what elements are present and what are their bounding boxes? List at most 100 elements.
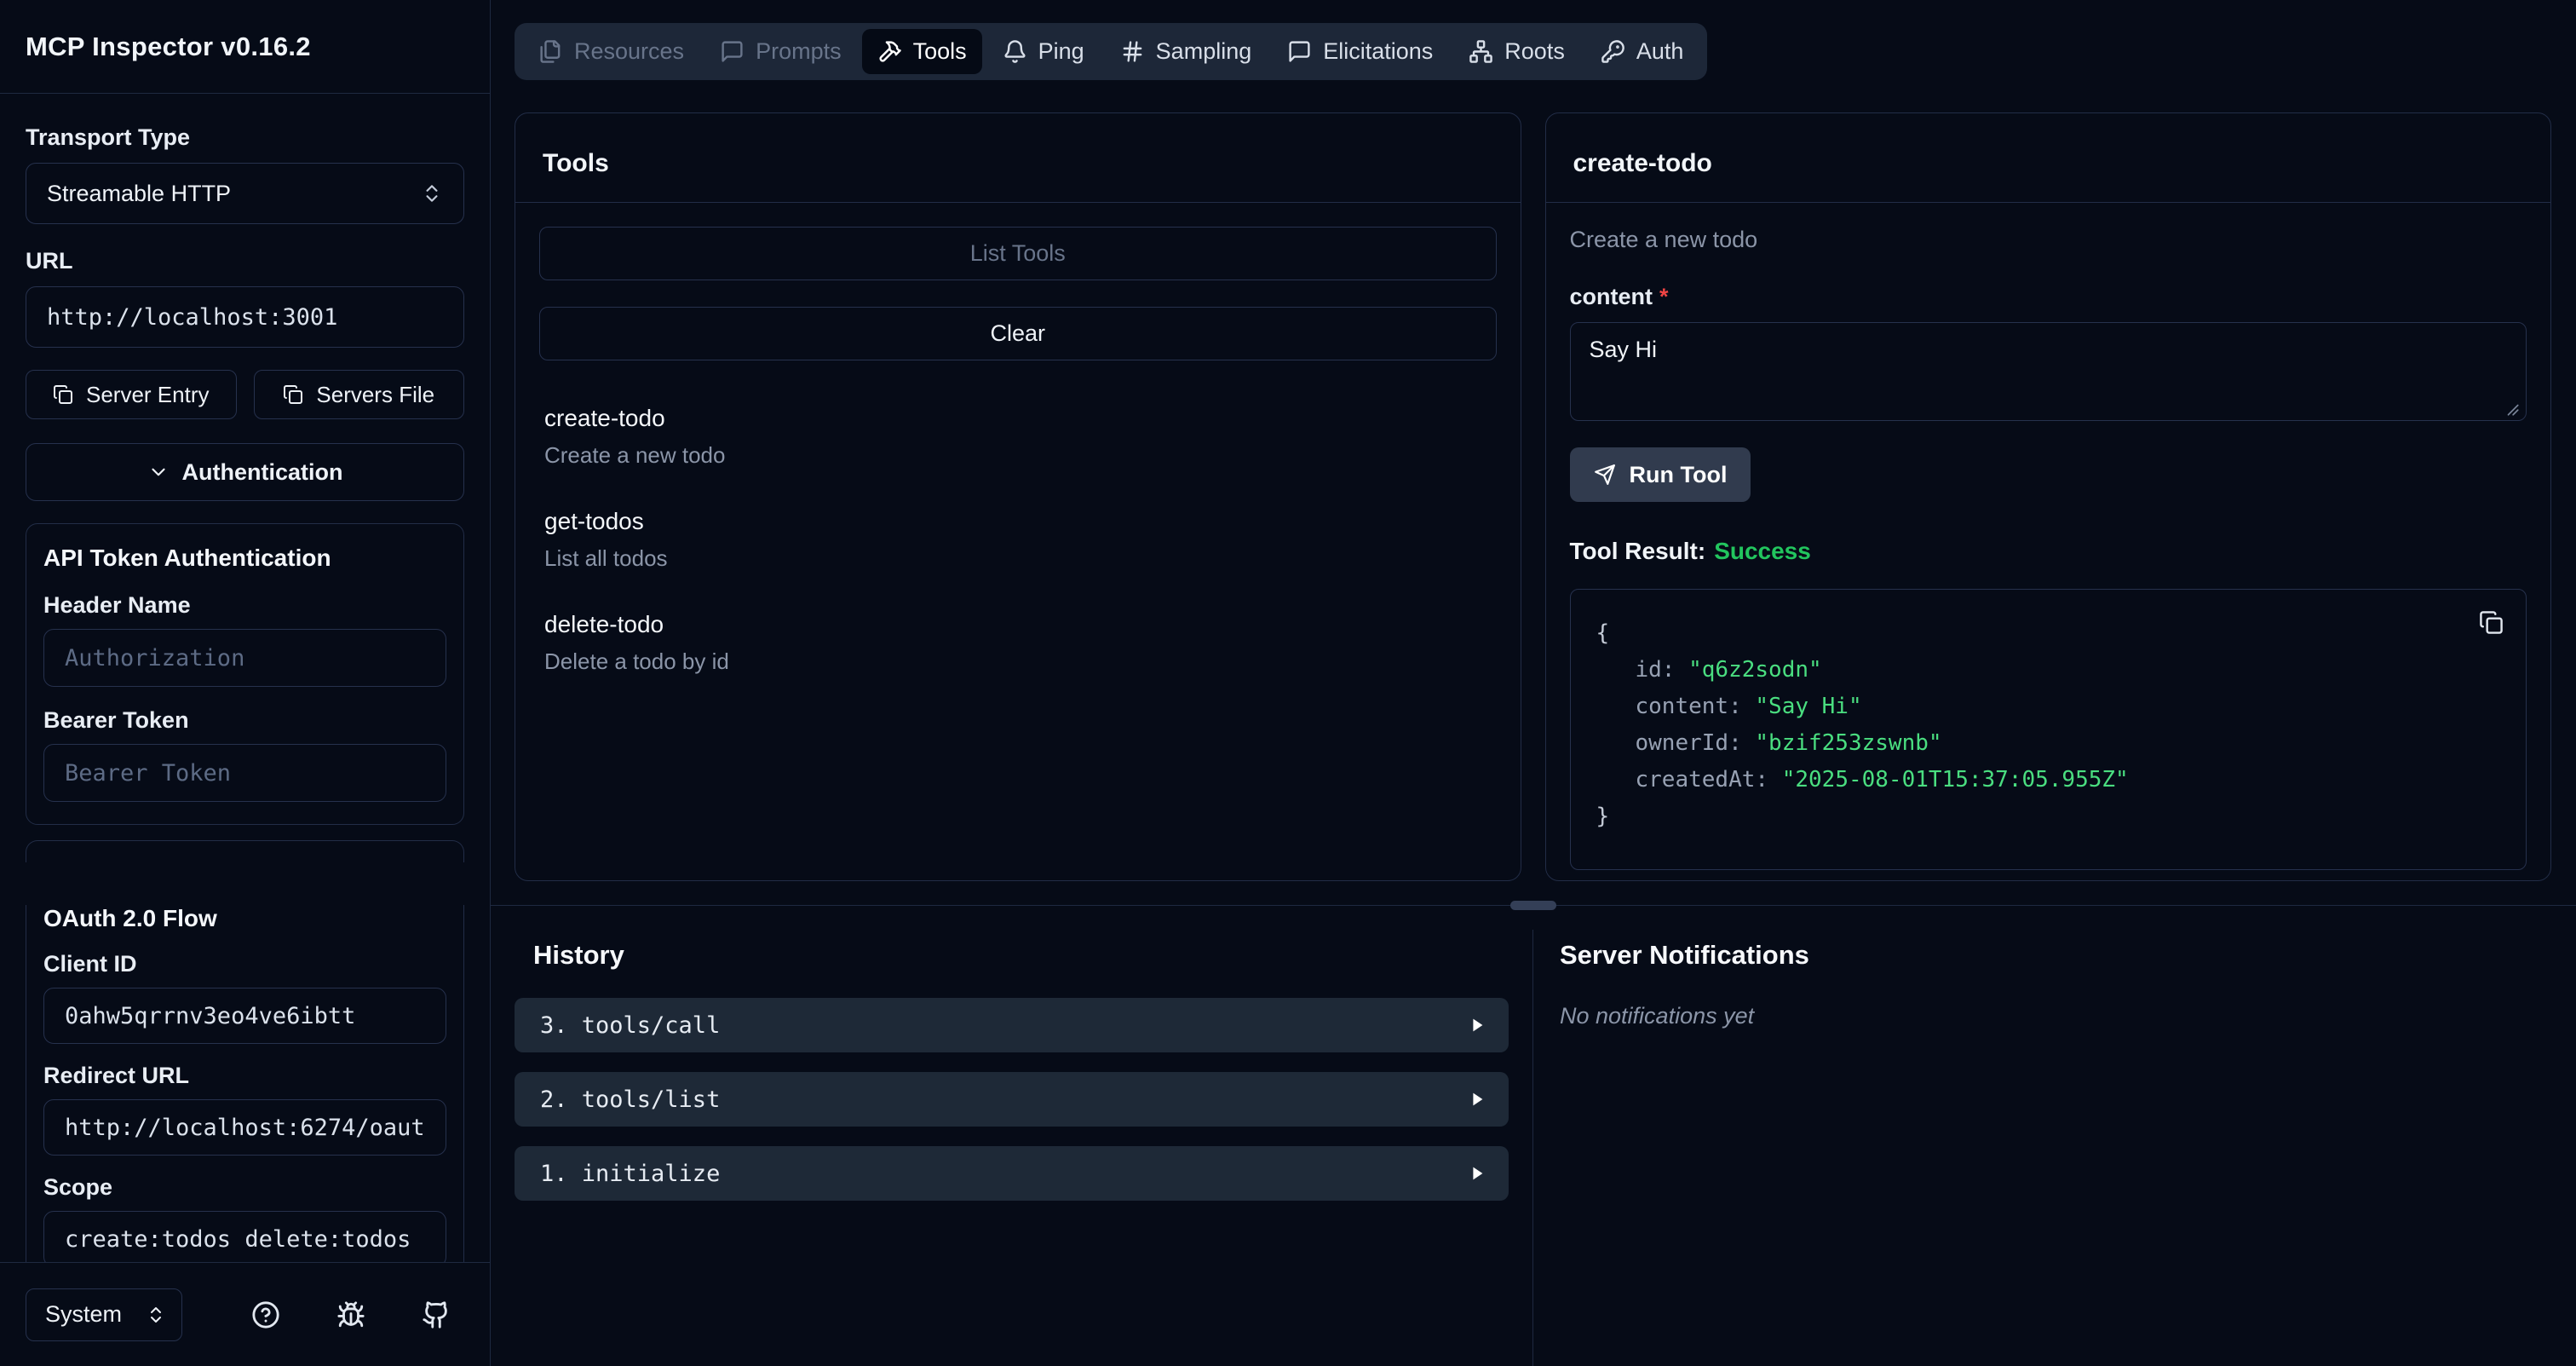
history-row-initialize[interactable]: 1. initialize [515,1146,1509,1201]
run-tool-button[interactable]: Run Tool [1570,447,1751,502]
tools-pane-title: Tools [515,113,1521,203]
servers-file-label: Servers File [316,382,434,408]
help-button[interactable] [251,1300,280,1329]
transport-type-value: Streamable HTTP [47,181,231,207]
header-name-label: Header Name [43,592,446,619]
json-entry: content: "Say Hi" [1596,689,2501,725]
tab-prompts[interactable]: Prompts [704,29,857,74]
sidebar-header: MCP Inspector v0.16.2 [0,0,490,94]
resize-handle-icon[interactable] [2504,401,2520,417]
tab-elicitations[interactable]: Elicitations [1272,29,1448,74]
tool-item-get-todos[interactable]: get-todos List all todos [544,508,1492,572]
theme-select[interactable]: System [26,1288,182,1341]
transport-type-select[interactable]: Streamable HTTP [26,163,464,224]
run-pane-title: create-todo [1546,113,2551,203]
json-entry: id: "q6z2sodn" [1596,652,2501,689]
github-button[interactable] [422,1300,451,1329]
scope-input[interactable] [43,1211,446,1262]
tab-label: Auth [1636,38,1684,65]
content-label-text: content [1570,284,1653,309]
list-tools-button[interactable]: List Tools [539,227,1497,280]
expand-arrow-icon [1468,1164,1486,1183]
header-name-input[interactable] [43,629,446,687]
json-open-brace: { [1596,615,2501,652]
api-token-auth-card: API Token Authentication Header Name Bea… [26,523,464,825]
server-notifications-title: Server Notifications [1560,940,2576,971]
expand-arrow-icon [1468,1016,1486,1035]
json-value: "2025-08-01T15:37:05.955Z" [1782,767,2129,793]
json-entry: ownerId: "bzif253zswnb" [1596,725,2501,762]
key-icon [1601,39,1625,64]
authentication-toggle-label: Authentication [182,459,343,486]
tab-label: Sampling [1156,38,1252,65]
server-notifications-pane: Server Notifications No notifications ye… [1533,930,2576,1366]
tabbar-wrap: Resources Prompts Tools Ping Sampling El… [491,0,2576,80]
footer-icon-buttons [251,1300,451,1329]
json-key: createdAt: [1636,767,1769,793]
history-list: 3. tools/call 2. tools/list 1. initializ… [515,998,1509,1201]
tool-item-delete-todo[interactable]: delete-todo Delete a todo by id [544,611,1492,675]
bearer-token-label: Bearer Token [43,707,446,734]
github-icon [422,1300,451,1329]
network-icon [1469,39,1493,64]
expand-arrow-icon [1468,1090,1486,1109]
tab-label: Roots [1504,38,1565,65]
chevrons-up-down-icon [421,182,443,205]
bearer-token-input[interactable] [43,744,446,802]
redirect-url-input[interactable] [43,1099,446,1156]
tool-name: create-todo [544,405,1492,432]
tool-item-create-todo[interactable]: create-todo Create a new todo [544,405,1492,469]
history-title: History [533,940,1509,971]
json-key: ownerId: [1636,730,1742,756]
tools-list-pane: Tools List Tools Clear create-todo Creat… [515,112,1521,881]
bell-icon [1003,39,1027,64]
tool-description: Delete a todo by id [544,648,1492,675]
content-textarea[interactable]: Say Hi [1570,322,2527,421]
sidebar-scroll-area[interactable]: Transport Type Streamable HTTP URL Serve… [0,94,490,1262]
server-config-buttons: Server Entry Servers File [26,370,464,419]
tab-label: Elicitations [1323,38,1433,65]
report-bug-button[interactable] [336,1300,365,1329]
message-square-icon [1287,39,1312,64]
authentication-toggle[interactable]: Authentication [26,443,464,501]
client-id-input[interactable] [43,988,446,1044]
server-entry-button[interactable]: Server Entry [26,370,237,419]
tab-auth[interactable]: Auth [1585,29,1699,74]
tool-result-json: { id: "q6z2sodn" content: "Say Hi" owner… [1570,589,2527,870]
history-row-label: 3. tools/call [540,1012,720,1039]
tab-tools[interactable]: Tools [862,29,982,74]
json-value: "bzif253zswnb" [1755,730,1941,756]
tab-sampling[interactable]: Sampling [1105,29,1268,74]
history-row-label: 2. tools/list [540,1086,720,1113]
split-drag-handle[interactable] [1510,901,1556,910]
json-key: id: [1636,657,1676,683]
tool-name: delete-todo [544,611,1492,638]
api-token-auth-title: API Token Authentication [43,545,446,572]
tab-ping[interactable]: Ping [987,29,1100,74]
required-marker: * [1659,284,1669,309]
copy-icon [283,384,303,405]
tab-roots[interactable]: Roots [1453,29,1580,74]
message-square-icon [720,39,745,64]
json-entry: createdAt: "2025-08-01T15:37:05.955Z" [1596,762,2501,798]
bug-icon [336,1300,365,1329]
clear-tools-button[interactable]: Clear [539,307,1497,360]
tool-list: create-todo Create a new todo get-todos … [539,405,1497,675]
client-id-label: Client ID [43,951,446,977]
history-row-tools-list[interactable]: 2. tools/list [515,1072,1509,1127]
servers-file-button[interactable]: Servers File [254,370,465,419]
run-pane-body: Create a new todo content* Say Hi Run To… [1546,203,2551,880]
tool-result-status: Success [1714,538,1811,564]
tab-resources[interactable]: Resources [523,29,699,74]
hash-icon [1120,39,1145,64]
tool-run-pane: create-todo Create a new todo content* S… [1545,112,2552,881]
run-tool-label: Run Tool [1630,462,1728,488]
json-value: "Say Hi" [1755,694,1861,719]
app-title: MCP Inspector v0.16.2 [26,32,311,62]
copy-icon [53,384,73,405]
bottom-panes: History 3. tools/call 2. tools/list 1. i… [491,930,2576,1366]
url-input[interactable] [26,286,464,348]
copy-result-button[interactable] [2479,610,2504,637]
tool-result-label: Tool Result: [1570,538,1706,564]
history-row-tools-call[interactable]: 3. tools/call [515,998,1509,1052]
